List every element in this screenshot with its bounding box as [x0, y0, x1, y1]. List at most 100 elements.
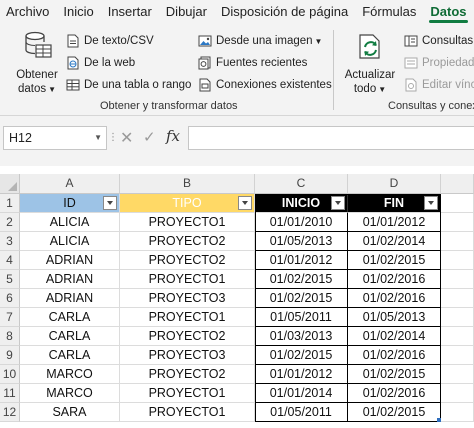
table-cell[interactable]: 01/02/2015: [255, 270, 348, 289]
table-cell[interactable]: PROYECTO3: [120, 346, 255, 365]
table-header-id[interactable]: ID: [20, 194, 120, 213]
row-header-2[interactable]: 2: [0, 213, 20, 232]
empty-cell[interactable]: [441, 384, 474, 403]
empty-cell[interactable]: [441, 327, 474, 346]
recent-sources-button[interactable]: Fuentes recientes: [198, 54, 307, 72]
table-cell[interactable]: MARCO: [20, 365, 120, 384]
table-cell[interactable]: PROYECTO2: [120, 327, 255, 346]
table-cell[interactable]: 01/02/2014: [348, 327, 441, 346]
empty-cell[interactable]: [441, 289, 474, 308]
row-header-4[interactable]: 4: [0, 251, 20, 270]
more-options-icon[interactable]: ⋮: [108, 126, 118, 150]
row-header-9[interactable]: 9: [0, 346, 20, 365]
filter-dropdown-icon[interactable]: [331, 196, 345, 210]
table-cell[interactable]: 01/01/2012: [255, 365, 348, 384]
empty-cell[interactable]: [441, 232, 474, 251]
row-header-11[interactable]: 11: [0, 384, 20, 403]
table-cell[interactable]: 01/05/2013: [348, 308, 441, 327]
empty-cell[interactable]: [441, 194, 474, 213]
table-cell[interactable]: PROYECTO2: [120, 365, 255, 384]
existing-connections-button[interactable]: Conexiones existentes: [198, 76, 332, 94]
table-cell[interactable]: 01/02/2016: [348, 384, 441, 403]
table-cell[interactable]: 01/02/2016: [348, 289, 441, 308]
table-cell[interactable]: 01/05/2011: [255, 403, 348, 422]
table-cell[interactable]: 01/01/2012: [348, 213, 441, 232]
column-header-d[interactable]: D: [348, 174, 441, 194]
chevron-down-icon[interactable]: ▼: [94, 127, 102, 149]
table-cell[interactable]: 01/02/2015: [348, 365, 441, 384]
table-cell[interactable]: PROYECTO3: [120, 289, 255, 308]
tab-datos[interactable]: Datos: [423, 0, 473, 24]
table-cell[interactable]: 01/01/2010: [255, 213, 348, 232]
table-header-tipo[interactable]: TIPO: [120, 194, 255, 213]
table-header-inicio[interactable]: INICIO: [255, 194, 348, 213]
empty-cell[interactable]: [441, 403, 474, 422]
filter-dropdown-icon[interactable]: [238, 196, 252, 210]
tab-disposicion-de-pagina[interactable]: Disposición de página: [214, 0, 355, 24]
table-cell[interactable]: PROYECTO1: [120, 213, 255, 232]
table-cell[interactable]: 01/01/2014: [255, 384, 348, 403]
table-cell[interactable]: CARLA: [20, 308, 120, 327]
table-cell[interactable]: 01/03/2013: [255, 327, 348, 346]
cancel-icon[interactable]: ✕: [120, 128, 133, 148]
filter-dropdown-icon[interactable]: [103, 196, 117, 210]
empty-cell[interactable]: [441, 346, 474, 365]
empty-cell[interactable]: [441, 213, 474, 232]
table-cell[interactable]: ADRIAN: [20, 289, 120, 308]
from-table-range-button[interactable]: De una tabla o rango: [66, 76, 191, 94]
tab-inicio[interactable]: Inicio: [56, 0, 100, 24]
row-header-6[interactable]: 6: [0, 289, 20, 308]
column-header-c[interactable]: C: [255, 174, 348, 194]
table-cell[interactable]: 01/02/2014: [348, 232, 441, 251]
empty-cell[interactable]: [441, 308, 474, 327]
row-header-3[interactable]: 3: [0, 232, 20, 251]
queries-connections-button[interactable]: Consultas y: [404, 32, 474, 50]
edit-links-button[interactable]: Editar víncu: [404, 76, 474, 94]
table-cell[interactable]: ADRIAN: [20, 251, 120, 270]
name-box[interactable]: H12 ▼: [3, 126, 107, 150]
table-cell[interactable]: CARLA: [20, 327, 120, 346]
table-cell[interactable]: PROYECTO1: [120, 384, 255, 403]
empty-cell[interactable]: [441, 270, 474, 289]
row-header-1[interactable]: 1: [0, 194, 20, 213]
table-cell[interactable]: PROYECTO1: [120, 308, 255, 327]
table-cell[interactable]: 01/02/2015: [255, 289, 348, 308]
table-cell[interactable]: 01/02/2015: [348, 251, 441, 270]
table-header-fin[interactable]: FIN: [348, 194, 441, 213]
column-header-b[interactable]: B: [120, 174, 255, 194]
empty-cell[interactable]: [441, 251, 474, 270]
table-cell[interactable]: 01/02/2016: [348, 346, 441, 365]
row-header-8[interactable]: 8: [0, 327, 20, 346]
table-cell[interactable]: PROYECTO2: [120, 232, 255, 251]
table-cell[interactable]: PROYECTO1: [120, 403, 255, 422]
tab-insertar[interactable]: Insertar: [101, 0, 159, 24]
table-cell[interactable]: MARCO: [20, 384, 120, 403]
table-cell[interactable]: ALICIA: [20, 232, 120, 251]
column-header-e[interactable]: [441, 174, 474, 194]
empty-cell[interactable]: [441, 365, 474, 384]
check-icon[interactable]: ✓: [143, 128, 156, 146]
table-cell[interactable]: PROYECTO1: [120, 270, 255, 289]
table-cell[interactable]: 01/02/2016: [348, 270, 441, 289]
row-header-10[interactable]: 10: [0, 365, 20, 384]
from-web-button[interactable]: De la web: [66, 54, 135, 72]
table-resize-handle[interactable]: [437, 418, 441, 422]
insert-function-button[interactable]: fx: [166, 127, 180, 145]
row-header-12[interactable]: 12: [0, 403, 20, 422]
formula-input[interactable]: [188, 126, 474, 150]
refresh-all-button[interactable]: Actualizar todo ▼: [342, 30, 398, 97]
tab-dibujar[interactable]: Dibujar: [159, 0, 214, 24]
from-text-csv-button[interactable]: De texto/CSV: [66, 32, 154, 50]
table-cell[interactable]: ALICIA: [20, 213, 120, 232]
filter-dropdown-icon[interactable]: [424, 196, 438, 210]
properties-button[interactable]: Propiedade: [404, 54, 474, 72]
select-all-corner[interactable]: [0, 174, 20, 194]
table-cell[interactable]: SARA: [20, 403, 120, 422]
table-cell[interactable]: 01/05/2011: [255, 308, 348, 327]
table-cell[interactable]: 01/02/2015: [348, 403, 441, 422]
table-cell[interactable]: 01/01/2012: [255, 251, 348, 270]
table-cell[interactable]: 01/02/2015: [255, 346, 348, 365]
from-image-button[interactable]: Desde una imagen ▼: [198, 32, 322, 50]
row-header-7[interactable]: 7: [0, 308, 20, 327]
table-cell[interactable]: ADRIAN: [20, 270, 120, 289]
